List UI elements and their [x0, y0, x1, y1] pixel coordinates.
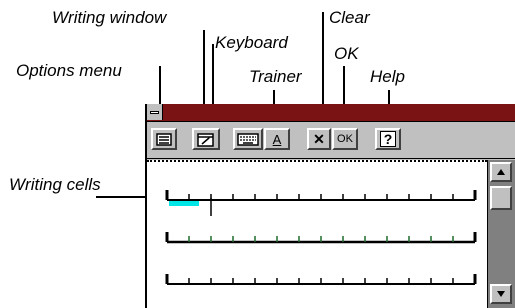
callout-writing-window: Writing window: [52, 8, 167, 27]
close-icon: ✕: [313, 130, 325, 147]
writing-area[interactable]: [147, 160, 487, 308]
trainer-icon: A: [272, 131, 282, 147]
keyboard-button[interactable]: [233, 128, 263, 150]
writing-cells[interactable]: [147, 162, 485, 308]
help-icon: ?: [379, 131, 397, 147]
writing-window-icon: [197, 132, 214, 147]
writing-window-button[interactable]: [192, 128, 220, 150]
ok-icon: OK: [337, 133, 353, 145]
scroll-up-button[interactable]: [490, 162, 512, 182]
vertical-scrollbar[interactable]: [487, 160, 515, 308]
callout-ok: OK: [334, 44, 359, 63]
selection-highlight: [169, 201, 199, 206]
toolbar: A ✕ OK ?: [147, 122, 515, 159]
scroll-down-button[interactable]: [490, 284, 512, 304]
system-menu-button[interactable]: [147, 104, 163, 120]
scroll-thumb[interactable]: [490, 186, 512, 210]
callout-keyboard: Keyboard: [215, 33, 288, 52]
handwriting-window: A ✕ OK ?: [145, 104, 515, 308]
keyboard-icon: [237, 133, 259, 146]
title-bar[interactable]: [147, 104, 515, 122]
callout-clear: Clear: [329, 8, 370, 27]
system-menu-icon: [150, 111, 159, 114]
trainer-button[interactable]: A: [264, 128, 290, 150]
ok-button[interactable]: OK: [332, 128, 358, 150]
callout-trainer: Trainer: [249, 67, 302, 86]
help-button[interactable]: ?: [375, 128, 401, 150]
options-menu-button[interactable]: [151, 128, 177, 150]
writing-row[interactable]: [165, 232, 477, 244]
clear-button[interactable]: ✕: [307, 128, 331, 150]
writing-row[interactable]: [165, 190, 477, 216]
arrow-up-icon: [497, 169, 505, 175]
callout-options-menu: Options menu: [16, 61, 122, 80]
writing-row[interactable]: [165, 274, 477, 285]
options-menu-icon: [156, 133, 172, 146]
callout-writing-cells: Writing cells: [9, 175, 101, 194]
callout-help: Help: [370, 67, 405, 86]
arrow-down-icon: [497, 291, 505, 297]
